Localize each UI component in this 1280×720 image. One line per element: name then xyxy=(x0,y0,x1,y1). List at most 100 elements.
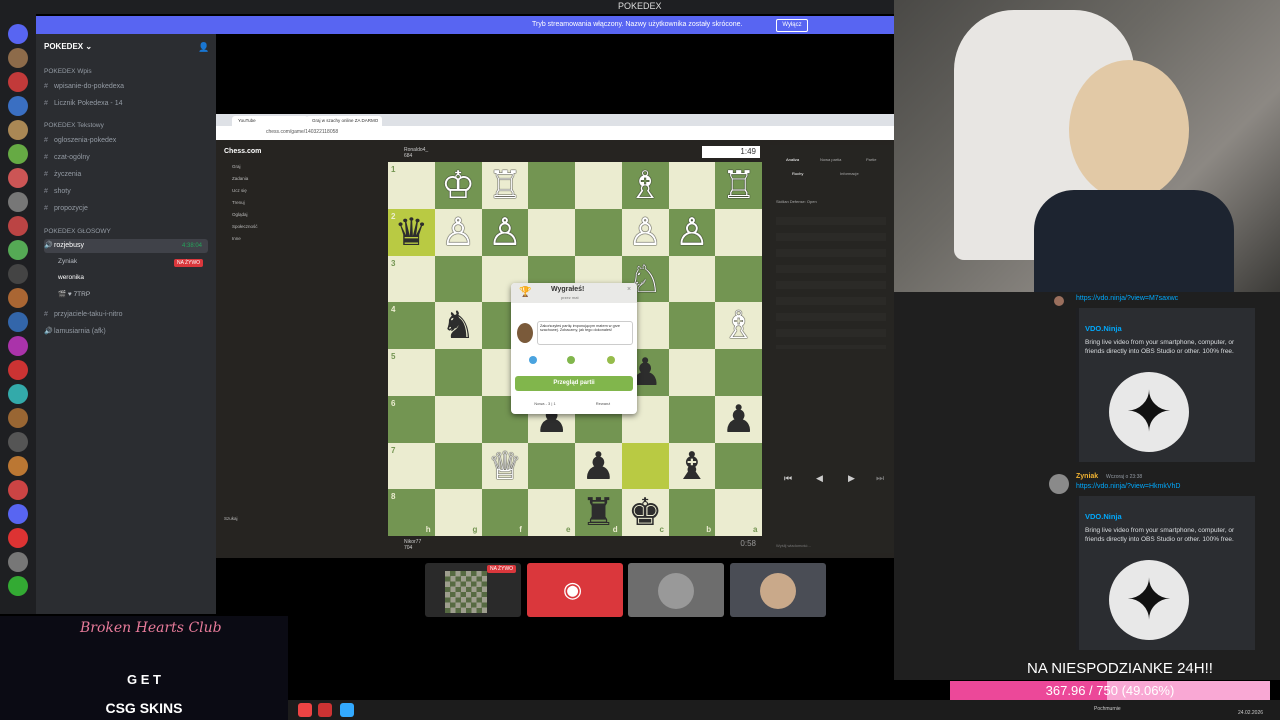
stream-tile-discord[interactable]: ◉ xyxy=(527,563,623,617)
chesscom-logo[interactable]: Chess.com xyxy=(224,148,261,155)
black-piece[interactable]: ♟ xyxy=(575,443,622,490)
stream-tile-user[interactable] xyxy=(730,563,826,617)
board-square[interactable] xyxy=(668,255,716,303)
browser-tab[interactable]: Graj w szachy online ZA DARMO xyxy=(306,116,382,126)
server-icon[interactable] xyxy=(8,360,28,380)
embed-title[interactable]: VDO.Ninja xyxy=(1085,324,1122,333)
stream-tile-chess[interactable]: NA ŻYWO xyxy=(425,563,521,617)
channel-item[interactable]: # shoty xyxy=(44,185,208,199)
server-icon[interactable] xyxy=(8,504,28,524)
channel-item[interactable]: # ogloszenia-pokedex xyxy=(44,134,208,148)
server-icon[interactable] xyxy=(8,264,28,284)
server-icon[interactable] xyxy=(8,408,28,428)
server-icon[interactable] xyxy=(8,336,28,356)
app-icon[interactable] xyxy=(340,703,354,717)
channel-item[interactable]: # wpisanie-do-pokedexa xyxy=(44,80,208,94)
server-icon[interactable] xyxy=(8,312,28,332)
nav-item[interactable]: Trenuj xyxy=(232,200,245,205)
address-bar[interactable]: chess.com/game/140322118058 xyxy=(216,126,894,140)
embed-title[interactable]: VDO.Ninja xyxy=(1085,512,1122,521)
nav-item[interactable]: Inne xyxy=(232,236,241,241)
voice-channel-item[interactable]: 🔊rozjebusy 4:38:04 xyxy=(44,239,208,253)
message-link[interactable]: https://vdo.ninja/?view=M7saxwc xyxy=(1076,295,1178,302)
channel-item[interactable]: # propozycje xyxy=(44,202,208,216)
server-name[interactable]: POKEDEX ⌄ xyxy=(44,42,92,51)
voice-user[interactable]: Zyniak xyxy=(58,258,77,265)
close-icon[interactable]: × xyxy=(627,286,631,293)
channel-item[interactable]: # życzenia xyxy=(44,168,208,182)
board-square[interactable] xyxy=(434,442,482,490)
board-square[interactable] xyxy=(434,349,482,396)
nav-item[interactable]: Społeczność xyxy=(232,224,258,229)
add-user-icon[interactable]: 👤 xyxy=(198,42,209,53)
channel-item[interactable]: # przyjaciele-taku-i-nitro xyxy=(44,308,208,322)
server-icon[interactable] xyxy=(8,456,28,476)
board-square[interactable] xyxy=(434,395,482,443)
board-square[interactable] xyxy=(575,208,622,256)
board-square[interactable] xyxy=(528,442,575,490)
message-link[interactable]: https://vdo.ninja/?view=HkmkVhD xyxy=(1076,483,1180,490)
board-square[interactable] xyxy=(668,162,716,209)
board-square[interactable] xyxy=(715,349,762,396)
board-square[interactable] xyxy=(715,442,762,490)
black-piece[interactable]: ♝ xyxy=(669,443,716,490)
board-square[interactable] xyxy=(575,162,622,209)
nav-item[interactable]: Zadania xyxy=(232,176,248,181)
board-square[interactable] xyxy=(621,442,669,490)
app-icon[interactable] xyxy=(318,703,332,717)
black-piece[interactable]: ♟ xyxy=(715,396,762,443)
game-review-button[interactable]: Przegląd partii xyxy=(515,376,633,391)
server-icon[interactable] xyxy=(8,384,28,404)
new-game-tab[interactable]: Nowa partia xyxy=(820,157,841,162)
server-icon[interactable] xyxy=(8,528,28,548)
search-link[interactable]: Szukaj xyxy=(224,516,238,521)
black-piece[interactable]: ♞ xyxy=(435,302,482,349)
rematch-button[interactable]: Rewanż xyxy=(575,401,631,406)
nav-item[interactable]: Ucz się xyxy=(232,188,247,193)
weather-text[interactable]: Pochmurnie xyxy=(1094,706,1121,712)
server-icon[interactable] xyxy=(8,576,28,596)
moves-subtab[interactable]: Ruchy xyxy=(792,171,803,176)
app-icon[interactable] xyxy=(298,703,312,717)
server-icon[interactable] xyxy=(8,168,28,188)
board-square[interactable] xyxy=(715,255,762,303)
taskbar-date[interactable]: 24.02.2026 xyxy=(1238,710,1263,716)
board-square[interactable] xyxy=(668,349,716,396)
board-square[interactable] xyxy=(668,302,716,349)
channel-item[interactable]: # Licznik Pokedexa - 14 xyxy=(44,97,208,111)
disable-streamer-mode-button[interactable]: Wyłącz xyxy=(776,19,808,32)
server-icon[interactable] xyxy=(8,24,28,44)
white-piece[interactable]: ♖ xyxy=(482,162,529,209)
server-icon[interactable] xyxy=(8,48,28,68)
server-icon[interactable] xyxy=(8,192,28,212)
board-square[interactable] xyxy=(528,162,575,209)
message-author[interactable]: Zyniak xyxy=(1076,473,1098,480)
server-icon[interactable] xyxy=(8,72,28,92)
board-square[interactable] xyxy=(528,208,575,256)
server-icon[interactable] xyxy=(8,432,28,452)
white-piece[interactable]: ♗ xyxy=(622,162,669,209)
info-subtab[interactable]: Informacje xyxy=(840,171,859,176)
board-square[interactable] xyxy=(434,255,482,303)
prev-move-icon[interactable]: ◀ xyxy=(816,473,823,484)
nav-item[interactable]: Graj xyxy=(232,164,241,169)
chat-input[interactable]: Wyślij wiadomość... xyxy=(776,543,886,548)
server-icon[interactable] xyxy=(8,96,28,116)
white-piece[interactable]: ♗ xyxy=(715,302,762,349)
category-label[interactable]: POKEDEX GŁOSOWY xyxy=(44,228,111,235)
board-square[interactable] xyxy=(715,208,762,256)
server-icon[interactable] xyxy=(8,552,28,572)
channel-item[interactable]: # czat-ogólny xyxy=(44,151,208,165)
server-icon[interactable] xyxy=(8,216,28,236)
board-square[interactable] xyxy=(668,395,716,443)
category-label[interactable]: POKEDEX Wpis xyxy=(44,68,92,75)
white-piece[interactable]: ♙ xyxy=(482,209,529,256)
white-piece[interactable]: ♕ xyxy=(482,443,529,490)
browser-tab[interactable]: YouTube xyxy=(232,116,308,126)
server-icon[interactable] xyxy=(8,288,28,308)
voice-user[interactable]: 🎬 ♥ 7TRP xyxy=(58,290,90,298)
white-piece[interactable]: ♙ xyxy=(669,209,716,256)
white-piece[interactable]: ♔ xyxy=(435,162,482,209)
white-piece[interactable]: ♖ xyxy=(715,162,762,209)
server-icon[interactable] xyxy=(8,144,28,164)
